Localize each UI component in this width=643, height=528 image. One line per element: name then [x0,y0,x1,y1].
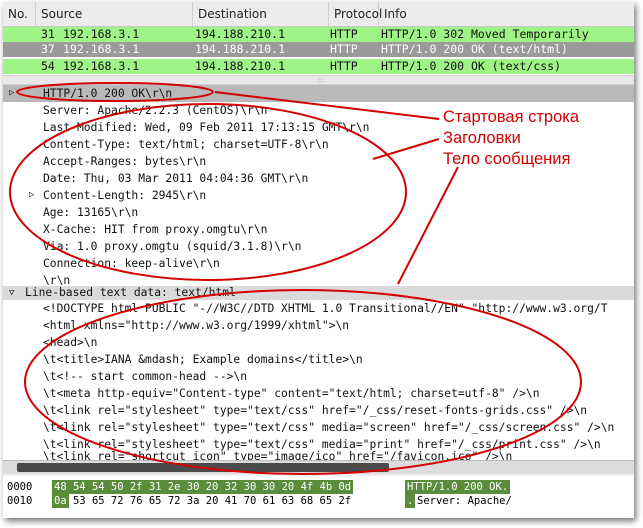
packet-info: HTTP/1.0 200 OK (text/css) [381,59,562,73]
column-header-no[interactable]: No. [3,2,36,26]
column-header-destination[interactable]: Destination [193,2,329,26]
detail-body-line[interactable]: \t<title>IANA &mdash; Example domains</t… [3,351,634,368]
detail-body-line[interactable]: <html xmlns="http://www.w3.org/1999/xhtm… [3,317,634,334]
scrollbar-thumb[interactable] [17,463,389,472]
packet-source: 192.168.3.1 [63,42,140,56]
detail-header-line[interactable]: Date: Thu, 03 Mar 2011 04:04:36 GMT\r\n [3,170,634,187]
packet-info: HTTP/1.0 302 Moved Temporarily [381,27,589,41]
packet-protocol: HTTP [330,59,358,73]
packet-list-header: No. Source Destination Protocol Info [3,2,634,27]
packet-no: 54 [41,59,55,73]
detail-body-line[interactable]: <head>\n [3,334,634,351]
packet-source: 192.168.3.1 [63,59,140,73]
packet-no: 31 [41,27,55,41]
packet-source: 192.168.3.1 [63,27,140,41]
hex-row[interactable]: 0010 0a 53 65 72 76 65 72 3a 20 41 70 61… [7,494,512,508]
detail-body-line[interactable]: \t<link rel="shortcut icon" type="image/… [3,446,634,460]
detail-body-line[interactable]: \t<!-- start common-head -->\n [3,368,634,385]
column-header-protocol[interactable]: Protocol [329,2,382,26]
detail-body-line[interactable]: \t<link rel="stylesheet" type="text/css"… [3,419,634,436]
column-header-info[interactable]: Info [379,2,634,26]
horizontal-scrollbar[interactable] [3,460,634,475]
expand-triangle-icon[interactable]: ▷ [9,85,14,102]
detail-body-line[interactable]: <!DOCTYPE html PUBLIC "-//W3C//DTD XHTML… [3,300,634,317]
annotation-headers: Заголовки [443,129,521,147]
packet-row[interactable]: 54 192.168.3.1 194.188.210.1 HTTP HTTP/1… [3,59,634,74]
detail-body-line[interactable]: \t<link rel="stylesheet" type="text/css"… [3,402,634,419]
detail-body-section[interactable]: ▽ Line-based text data: text/html [3,286,634,300]
wireshark-window: No. Source Destination Protocol Info 31 … [3,2,634,518]
packet-info: HTTP/1.0 200 OK (text/html) [381,42,568,56]
packet-row[interactable]: 31 192.168.3.1 194.188.210.1 HTTP HTTP/1… [3,27,634,42]
detail-header-line[interactable]: Age: 13165\r\n [3,204,634,221]
detail-header-line[interactable]: ▷ Content-Length: 2945\r\n [3,187,634,204]
packet-destination: 194.188.210.1 [195,27,286,41]
packet-destination: 194.188.210.1 [195,42,286,56]
detail-header-line[interactable]: X-Cache: HIT from proxy.omgtu\r\n [3,221,634,238]
column-header-source[interactable]: Source [36,2,193,26]
packet-destination: 194.188.210.1 [195,59,286,73]
annotation-body: Тело сообщения [443,150,571,168]
hex-row[interactable]: 0000 48 54 54 50 2f 31 2e 30 20 32 30 30… [7,480,511,494]
detail-body-line[interactable]: \t<meta http-equiv="Content-type" conten… [3,385,634,402]
packet-row-selected[interactable]: 37 192.168.3.1 194.188.210.1 HTTP HTTP/1… [3,42,634,57]
detail-header-line[interactable]: Connection: keep-alive\r\n [3,255,634,272]
hex-pane: 0000 48 54 54 50 2f 31 2e 30 20 32 30 30… [3,476,634,518]
collapse-triangle-icon[interactable]: ▽ [9,286,14,300]
detail-status-line[interactable]: ▷ HTTP/1.0 200 OK\r\n [3,85,634,102]
packet-protocol: HTTP [330,27,358,41]
packet-no: 37 [41,42,55,56]
detail-header-line[interactable]: Via: 1.0 proxy.omgtu (squid/3.1.8)\r\n [3,238,634,255]
packet-protocol: HTTP [330,42,358,56]
expand-triangle-icon[interactable]: ▷ [29,187,34,204]
annotation-start-line: Стартовая строка [443,108,580,126]
pane-splitter[interactable]: :::: [3,75,634,85]
